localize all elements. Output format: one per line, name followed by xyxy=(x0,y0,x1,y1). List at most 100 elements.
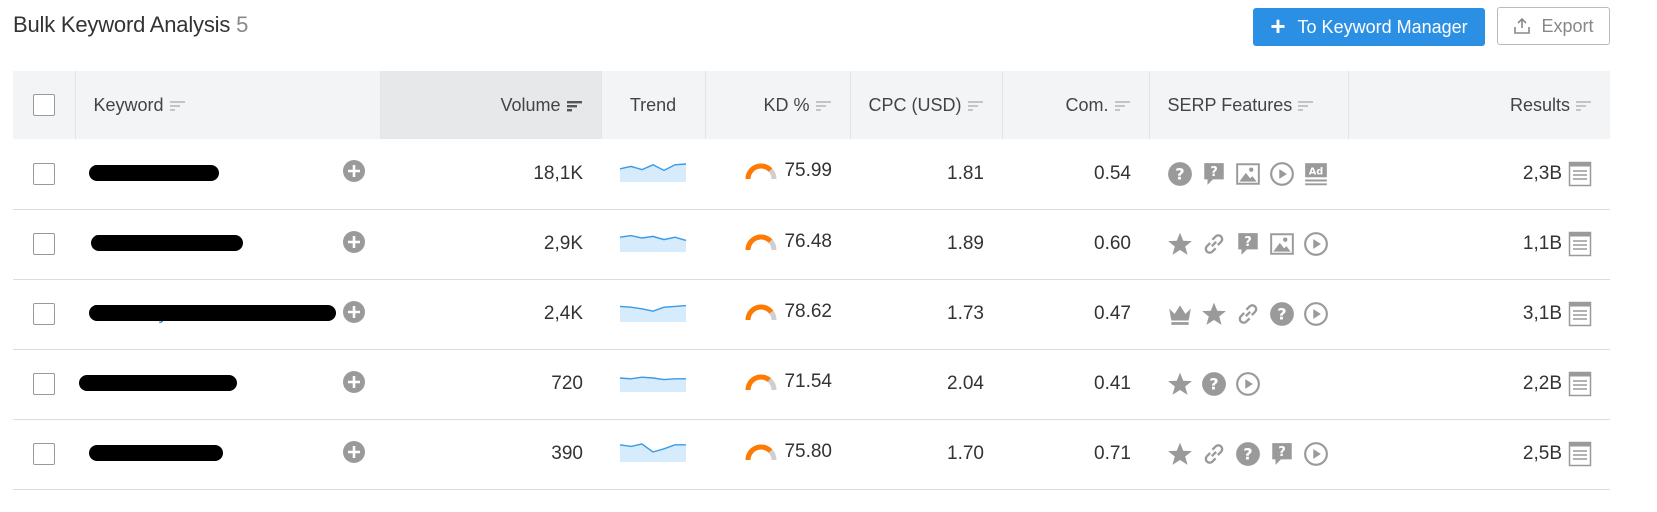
question-icon[interactable]: ? xyxy=(1235,441,1261,467)
video-icon[interactable] xyxy=(1235,371,1261,397)
question-icon[interactable]: ? xyxy=(1167,161,1193,187)
results-cell: 2,3B xyxy=(1348,139,1610,209)
col-com[interactable]: Com. xyxy=(1002,71,1150,139)
serp-cell: ? xyxy=(1149,209,1348,279)
volume-cell: 18,1K xyxy=(380,139,601,209)
star-icon[interactable] xyxy=(1167,231,1193,257)
com-value: 0.60 xyxy=(1094,233,1131,254)
keyword-link[interactable]: french course xyxy=(79,373,237,395)
video-icon[interactable] xyxy=(1269,161,1295,187)
video-icon[interactable] xyxy=(1303,301,1329,327)
ads-icon[interactable]: Ad xyxy=(1303,161,1329,187)
svg-text:?: ? xyxy=(1175,164,1184,183)
kd-value: 71.54 xyxy=(784,370,832,392)
add-circle-icon[interactable] xyxy=(342,230,366,254)
svg-text:Ad: Ad xyxy=(1309,166,1324,177)
video-icon[interactable] xyxy=(1303,441,1329,467)
trend-cell xyxy=(601,349,705,419)
col-kd[interactable]: KD % xyxy=(705,71,851,139)
kd-gauge-fill xyxy=(745,234,773,250)
row-checkbox-cell xyxy=(13,349,75,419)
add-circle-icon[interactable] xyxy=(342,370,366,394)
page-title: Bulk Keyword Analysis 5 xyxy=(13,12,248,38)
star-icon[interactable] xyxy=(1167,371,1193,397)
video-icon[interactable] xyxy=(1303,231,1329,257)
add-circle-icon[interactable] xyxy=(342,300,366,324)
crown-icon[interactable] xyxy=(1167,301,1193,327)
select-all-checkbox[interactable] xyxy=(32,94,55,117)
col-results[interactable]: Results xyxy=(1348,71,1610,139)
svg-text:?: ? xyxy=(1210,165,1218,180)
select-all-cell xyxy=(13,71,76,139)
cpc-value: 1.89 xyxy=(947,233,984,254)
add-circle-icon[interactable] xyxy=(342,159,366,183)
svg-text:?: ? xyxy=(1209,374,1218,393)
faq-icon[interactable]: ? xyxy=(1269,441,1295,467)
com-cell: 0.71 xyxy=(1002,419,1149,489)
row-checkbox[interactable] xyxy=(33,302,55,325)
star-icon[interactable] xyxy=(1201,301,1227,327)
link-icon[interactable] xyxy=(1201,441,1227,467)
keyword-link[interactable]: french lessons xyxy=(91,233,243,255)
faq-icon[interactable]: ? xyxy=(1201,161,1227,187)
results-cell: 3,1B xyxy=(1348,279,1610,349)
kd-gauge-fill xyxy=(745,444,773,460)
com-cell: 0.54 xyxy=(1002,139,1149,209)
row-checkbox[interactable] xyxy=(33,372,55,395)
serp-page-icon[interactable] xyxy=(1568,371,1592,397)
link-icon[interactable] xyxy=(1235,301,1261,327)
keyword-cell: online french xyxy=(75,419,380,489)
image-icon[interactable] xyxy=(1235,161,1261,187)
cpc-cell: 1.81 xyxy=(850,139,1002,209)
trend-cell xyxy=(601,209,705,279)
trend-cell xyxy=(601,279,705,349)
col-serp[interactable]: SERP Features xyxy=(1149,71,1349,139)
sort-icon xyxy=(1298,100,1314,111)
row-checkbox[interactable] xyxy=(33,162,55,185)
faq-icon[interactable]: ? xyxy=(1235,231,1261,257)
page-header: Bulk Keyword Analysis 5 + To Keyword Mana… xyxy=(0,0,1657,60)
row-checkbox[interactable] xyxy=(33,442,55,465)
serp-page-icon[interactable] xyxy=(1568,441,1592,467)
keyword-link[interactable]: online french xyxy=(89,443,223,465)
kd-cell: 75.80 xyxy=(705,419,850,489)
serp-features: ? xyxy=(1167,301,1330,327)
serp-page-icon[interactable] xyxy=(1568,161,1592,187)
add-circle-icon[interactable] xyxy=(342,440,366,464)
com-cell: 0.60 xyxy=(1002,209,1149,279)
results-value: 1,1B xyxy=(1522,233,1562,254)
to-keyword-manager-button[interactable]: + To Keyword Manager xyxy=(1253,8,1485,46)
export-button[interactable]: Export xyxy=(1497,7,1610,45)
serp-page-icon[interactable] xyxy=(1568,231,1592,257)
row-checkbox-cell xyxy=(13,279,75,349)
serp-features: ? xyxy=(1167,371,1330,397)
col-trend-label: Trend xyxy=(629,94,677,115)
link-icon[interactable] xyxy=(1201,231,1227,257)
keyword-link[interactable]: learn french xyxy=(89,163,219,185)
cpc-value: 1.70 xyxy=(947,443,984,464)
kd-gauge-icon xyxy=(745,163,777,180)
col-volume[interactable]: Volume xyxy=(380,71,602,139)
results-cell: 1,1B xyxy=(1348,209,1610,279)
col-trend: Trend xyxy=(601,71,706,139)
keyword-cell: learn french xyxy=(75,139,380,209)
row-checkbox[interactable] xyxy=(33,232,55,255)
star-icon[interactable] xyxy=(1167,441,1193,467)
serp-features: ?? Ad xyxy=(1167,161,1330,187)
kd-gauge-icon xyxy=(745,374,777,390)
question-icon[interactable]: ? xyxy=(1269,301,1295,327)
keyword-link[interactable]: best way to learn french xyxy=(89,303,336,325)
trend-sparkline xyxy=(619,163,687,182)
table-body: learn french 18,1K 75.99 1.81 0.54 ??Ad … xyxy=(13,139,1610,489)
question-icon[interactable]: ? xyxy=(1201,371,1227,397)
image-icon[interactable] xyxy=(1269,231,1295,257)
kd-value: 78.62 xyxy=(784,300,832,322)
keyword-cell: french lessons xyxy=(75,209,380,279)
col-keyword[interactable]: Keyword xyxy=(75,71,381,139)
sort-icon xyxy=(815,100,831,111)
keyword-table: Keyword Volume Trend KD % CPC (USD) Com.… xyxy=(13,71,1610,490)
col-cpc[interactable]: CPC (USD) xyxy=(850,71,1003,139)
com-cell: 0.47 xyxy=(1002,279,1149,349)
serp-page-icon[interactable] xyxy=(1568,301,1592,327)
keyword-count: 5 xyxy=(236,12,249,37)
